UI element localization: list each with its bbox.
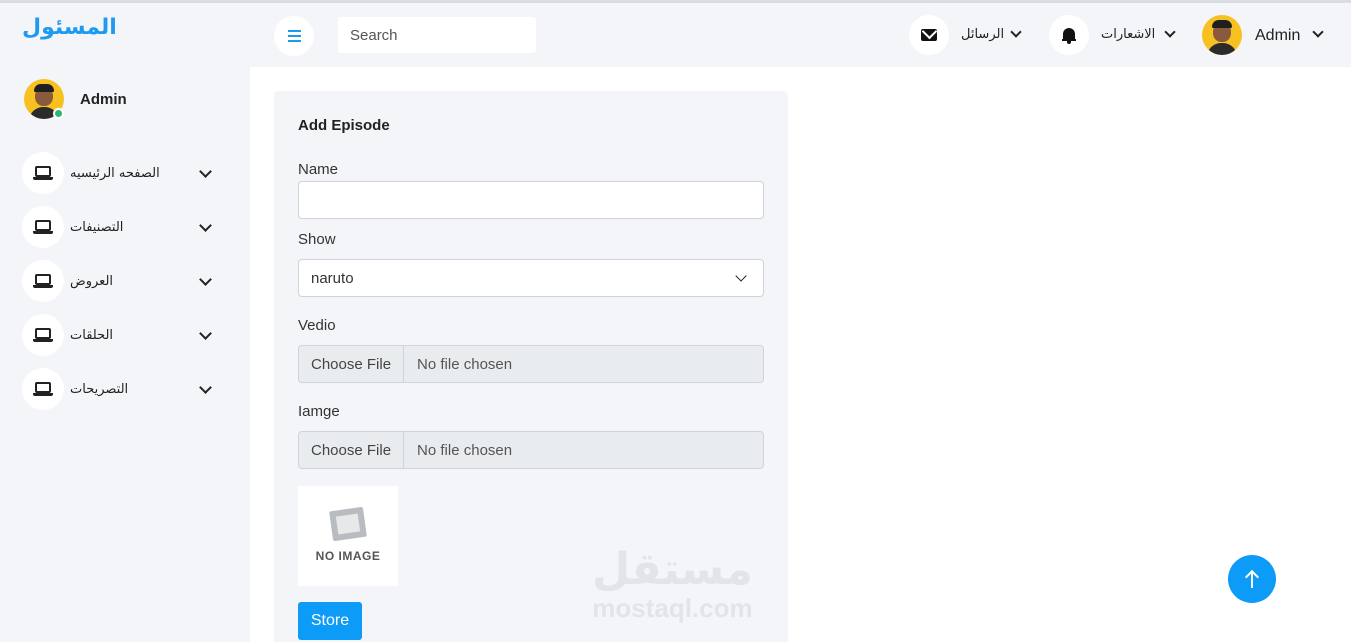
sidebar-item-label: التصنيفات	[70, 219, 124, 235]
sidebar-menu: الصفحه الرئيسيه التصنيفات العروض الحلقات…	[22, 152, 222, 422]
image-choose-file-button[interactable]: Choose File	[299, 432, 405, 468]
chevron-down-icon[interactable]	[1164, 26, 1176, 38]
sidebar-profile[interactable]: Admin	[24, 79, 127, 119]
laptop-icon	[22, 368, 64, 410]
menu-toggle-button[interactable]	[274, 16, 314, 56]
sidebar-item-label: العروض	[70, 273, 114, 289]
laptop-icon	[22, 314, 64, 356]
bell-icon	[1062, 27, 1076, 44]
image-file-status: No file chosen	[417, 441, 513, 459]
image-label: Iamge	[298, 403, 340, 420]
laptop-icon	[22, 206, 64, 248]
online-status-icon	[53, 108, 64, 119]
chevron-down-icon[interactable]	[199, 272, 212, 286]
store-button[interactable]: Store	[298, 602, 362, 640]
sidebar-item-home[interactable]: الصفحه الرئيسيه	[22, 152, 222, 194]
video-file-status: No file chosen	[417, 355, 513, 373]
arrow-up-icon	[1244, 569, 1260, 588]
brand-logo[interactable]: المسئول	[22, 15, 117, 40]
sidebar-item-shows[interactable]: العروض	[22, 260, 222, 302]
notifications-label[interactable]: الاشعارات	[1101, 27, 1155, 42]
sidebar-item-permissions[interactable]: التصريحات	[22, 368, 222, 410]
add-episode-card: Add Episode Name Show naruto Vedio Choos…	[274, 91, 788, 642]
show-label: Show	[298, 231, 336, 248]
notifications-button[interactable]	[1049, 15, 1089, 55]
video-label: Vedio	[298, 317, 336, 334]
scroll-to-top-button[interactable]	[1228, 555, 1276, 603]
image-file-input[interactable]: Choose File No file chosen	[298, 431, 764, 469]
laptop-icon	[22, 152, 64, 194]
messages-label[interactable]: الرسائل	[961, 27, 1004, 42]
chevron-down-icon[interactable]	[1010, 26, 1022, 38]
chevron-down-icon[interactable]	[199, 164, 212, 178]
top-bar: الرسائل الاشعارات Admin	[250, 3, 1351, 67]
image-preview-caption: NO IMAGE	[315, 549, 381, 563]
user-menu-name[interactable]: Admin	[1255, 27, 1300, 45]
sidebar-item-label: الحلقات	[70, 327, 114, 343]
chevron-down-icon[interactable]	[199, 218, 212, 232]
search-input[interactable]	[338, 17, 536, 53]
show-selected-value: naruto	[311, 269, 354, 287]
watermark: مستقل mostaql.com	[592, 544, 753, 624]
user-avatar[interactable]	[1202, 15, 1242, 55]
laptop-icon	[22, 260, 64, 302]
messages-button[interactable]	[909, 15, 949, 55]
main-content: Add Episode Name Show naruto Vedio Choos…	[250, 67, 1351, 642]
image-placeholder-icon	[329, 506, 367, 542]
chevron-down-icon[interactable]	[199, 380, 212, 394]
sidebar-item-episodes[interactable]: الحلقات	[22, 314, 222, 356]
name-input[interactable]	[298, 181, 764, 219]
chevron-down-icon[interactable]	[1312, 26, 1324, 38]
sidebar-item-categories[interactable]: التصنيفات	[22, 206, 222, 248]
sidebar: المسئول Admin الصفحه الرئيسيه التصنيفات …	[0, 3, 250, 642]
video-file-input[interactable]: Choose File No file chosen	[298, 345, 764, 383]
watermark-latin: mostaql.com	[592, 593, 753, 623]
watermark-arabic: مستقل	[592, 544, 753, 595]
video-choose-file-button[interactable]: Choose File	[299, 346, 405, 382]
chevron-down-icon	[735, 270, 747, 282]
chevron-down-icon[interactable]	[199, 326, 212, 340]
image-preview: NO IMAGE	[298, 486, 398, 586]
sidebar-item-label: الصفحه الرئيسيه	[70, 165, 160, 181]
name-label: Name	[298, 161, 339, 178]
envelope-icon	[921, 29, 937, 41]
profile-name: Admin	[80, 90, 127, 108]
card-title: Add Episode	[298, 117, 390, 134]
show-select[interactable]: naruto	[298, 259, 764, 297]
sidebar-item-label: التصريحات	[70, 381, 129, 397]
